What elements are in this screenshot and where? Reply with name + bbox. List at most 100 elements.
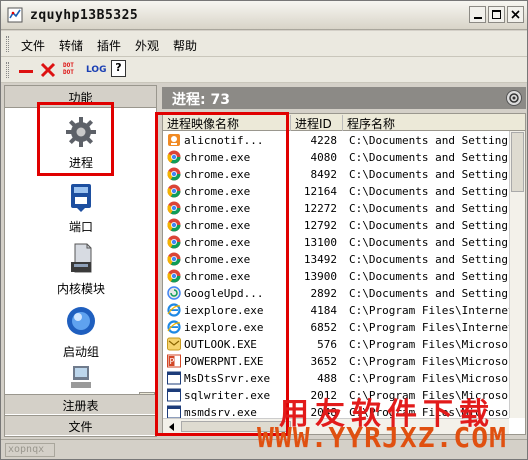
- sidebar-section-file[interactable]: 文件: [5, 415, 156, 435]
- dot-label-top: DOT: [63, 62, 74, 69]
- process-id: 12792: [303, 219, 337, 232]
- table-row[interactable]: MsDtsSrvr.exe 488 C:\Program Files\Microso…: [163, 370, 521, 387]
- process-id: 4184: [310, 304, 338, 317]
- table-row[interactable]: chrome.exe 8492 C:\Documents and Settings\…: [163, 166, 525, 183]
- window-icon: [167, 388, 181, 402]
- sidebar-item-more[interactable]: [33, 366, 129, 396]
- table-row[interactable]: chrome.exe 12792 C:\Documents and Settings…: [163, 217, 525, 234]
- table-row[interactable]: iexplore.exe 6852 C:\Program Files\Interne…: [163, 319, 525, 336]
- log-icon[interactable]: LOG: [86, 60, 108, 80]
- menu-file[interactable]: 文件: [21, 37, 45, 54]
- sidebar-item-label: 内核模块: [56, 282, 105, 296]
- menu-help[interactable]: 帮助: [173, 37, 197, 54]
- process-image-name: chrome.exe: [184, 168, 251, 181]
- table-row[interactable]: GoogleUpd... 2892 C:\Documents and Setting…: [163, 285, 525, 302]
- table-row[interactable]: OUTLOOK.EXE 576 C:\Program Files\Microsoft: [163, 336, 521, 353]
- sidebar-item-label: 端口: [68, 220, 93, 234]
- dot-label-bottom: DOT: [63, 69, 74, 76]
- dot-icon[interactable]: DOT DOT: [63, 60, 81, 80]
- table-row[interactable]: chrome.exe 13900 C:\Documents and Settings…: [163, 268, 525, 285]
- chevron-left-icon[interactable]: [165, 420, 179, 434]
- status-text: xopnqx: [5, 443, 55, 457]
- menu-dump[interactable]: 转储: [59, 37, 83, 54]
- process-id: 8492: [310, 168, 338, 181]
- process-image-name: chrome.exe: [184, 236, 251, 249]
- sidebar-item-kernel-modules[interactable]: 内核模块: [33, 242, 129, 297]
- menu-plugins[interactable]: 插件: [97, 37, 121, 54]
- toolbar: DOT DOT LOG ?: [1, 57, 527, 83]
- column-header-program-name[interactable]: 程序名称: [343, 115, 525, 131]
- table-row[interactable]: P POWERPNT.EXE 3652 C:\Program Files\Micros…: [163, 353, 521, 370]
- sidebar-item-process[interactable]: 进程: [33, 116, 129, 171]
- help-icon[interactable]: ?: [111, 60, 126, 77]
- process-image-name: chrome.exe: [184, 202, 251, 215]
- refresh-button[interactable]: [506, 90, 522, 106]
- chrome-icon: [167, 218, 181, 232]
- minus-icon[interactable]: [17, 60, 35, 80]
- process-image-name: chrome.exe: [184, 253, 251, 266]
- outlook-icon: [167, 337, 181, 351]
- process-id: 576: [317, 338, 337, 351]
- sidebar-item-port[interactable]: 端口: [33, 180, 129, 235]
- app-icon: [167, 133, 181, 147]
- table-row[interactable]: chrome.exe 13492 C:\Documents and Settings…: [163, 251, 525, 268]
- refresh-icon: [509, 93, 519, 103]
- ie-icon: [167, 303, 181, 317]
- scroll-thumb[interactable]: [511, 132, 524, 192]
- minimize-button[interactable]: [469, 6, 486, 23]
- program-path: C:\Program Files\Microsoft: [349, 372, 522, 385]
- process-id: 13900: [303, 270, 337, 283]
- google-update-icon: [167, 286, 181, 300]
- process-list: 进程映像名称 进程ID 程序名称 alicnotif... 4228 C:\Docu…: [162, 113, 526, 435]
- close-icon[interactable]: [39, 60, 57, 80]
- log-label: LOG: [86, 65, 107, 75]
- chrome-icon: [167, 235, 181, 249]
- sidebar-item-label: 进程: [68, 156, 93, 170]
- window-icon: [167, 371, 181, 385]
- process-image-name: iexplore.exe: [184, 304, 264, 317]
- process-image-name: GoogleUpd...: [184, 287, 264, 300]
- chrome-icon: [167, 167, 181, 181]
- help-label: ?: [115, 61, 122, 74]
- sidebar-section-registry[interactable]: 注册表: [5, 394, 156, 414]
- sidebar: 功能 进程 端口 内核模块 启动组 注册表 文件: [4, 85, 157, 437]
- process-id: 13100: [303, 236, 337, 249]
- process-id: 12272: [303, 202, 337, 215]
- startup-icon: [67, 307, 95, 335]
- menu-appearance[interactable]: 外观: [135, 37, 159, 54]
- program-path: C:\Documents and Settings\u: [349, 202, 526, 215]
- column-header-image-name[interactable]: 进程映像名称: [163, 115, 291, 131]
- process-count: 进程: 73: [172, 92, 230, 108]
- app-icon: [7, 7, 23, 23]
- process-count-bar: 进程: 73: [162, 87, 526, 109]
- close-button[interactable]: [507, 6, 524, 23]
- program-path: C:\Documents and Settings\u: [349, 253, 526, 266]
- sidebar-item-startup[interactable]: 启动组: [33, 305, 129, 360]
- ie-icon: [167, 320, 181, 334]
- table-row[interactable]: chrome.exe 12272 C:\Documents and Settings…: [163, 200, 525, 217]
- process-image-name: OUTLOOK.EXE: [184, 338, 257, 351]
- process-image-name: chrome.exe: [184, 185, 251, 198]
- vertical-scrollbar[interactable]: [509, 131, 525, 418]
- maximize-button[interactable]: [488, 6, 505, 23]
- menu-bar: 文件 转储 插件 外观 帮助: [1, 31, 527, 57]
- table-row[interactable]: chrome.exe 13100 C:\Documents and Settings…: [163, 234, 525, 251]
- table-row[interactable]: alicnotif... 4228 C:\Documents and Setting…: [163, 132, 525, 149]
- program-path: C:\Documents and Settings\u: [349, 270, 526, 283]
- window-title: zquyhp13B5325: [30, 8, 139, 23]
- window-icon: [167, 405, 181, 419]
- process-list-header: 进程映像名称 进程ID 程序名称: [163, 114, 525, 131]
- process-id: 488: [317, 372, 337, 385]
- process-id: 2892: [310, 287, 338, 300]
- process-image-name: iexplore.exe: [184, 321, 264, 334]
- column-header-pid[interactable]: 进程ID: [291, 115, 343, 131]
- menu-grip: [6, 36, 9, 52]
- program-path: C:\Documents and Settings\u: [349, 287, 526, 300]
- sidebar-header: 功能: [5, 86, 156, 108]
- table-row[interactable]: iexplore.exe 4184 C:\Program Files\Interne…: [163, 302, 525, 319]
- program-path: C:\Documents and Settings\u: [349, 185, 526, 198]
- maximize-icon: [492, 10, 501, 19]
- table-row[interactable]: chrome.exe 12164 C:\Documents and Settings…: [163, 183, 525, 200]
- process-id: 12164: [303, 185, 337, 198]
- table-row[interactable]: chrome.exe 4080 C:\Documents and Settings\…: [163, 149, 525, 166]
